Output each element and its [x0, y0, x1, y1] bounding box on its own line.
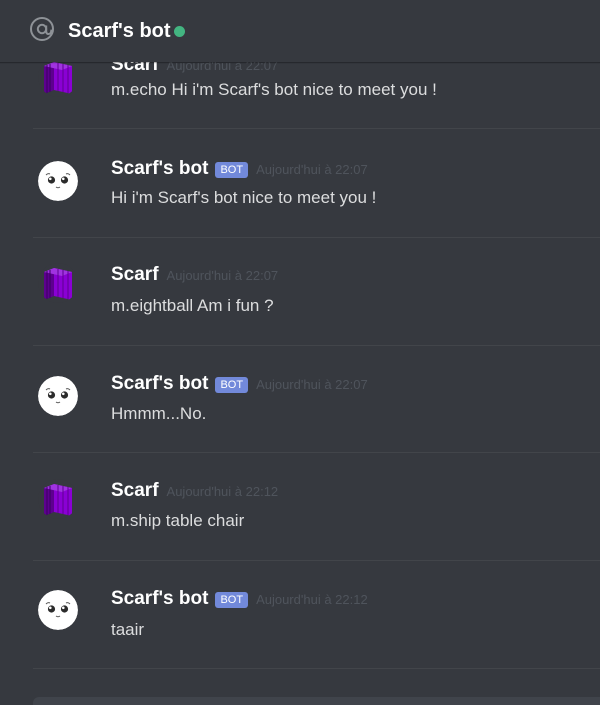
message-timestamp: Aujourd'hui à 22:12	[256, 592, 368, 607]
author-line: Scarf Aujourd'hui à 22:07	[111, 263, 278, 287]
online-status-indicator	[174, 26, 185, 37]
purple-cube-icon	[38, 57, 78, 97]
at-icon	[30, 17, 54, 41]
user-avatar[interactable]	[38, 57, 78, 97]
author-name[interactable]: Scarf's bot	[111, 157, 208, 181]
channel-header: Scarf's bot	[0, 0, 600, 62]
message-content: m.echo Hi i'm Scarf's bot nice to meet y…	[111, 80, 437, 99]
channel-title: Scarf's bot	[68, 20, 171, 42]
message-divider	[33, 128, 600, 129]
purple-cube-icon	[38, 263, 78, 303]
message-timestamp: Aujourd'hui à 22:12	[166, 484, 279, 499]
message-timestamp: Aujourd'hui à 22:07	[166, 268, 279, 283]
white-face-icon	[38, 590, 78, 630]
message-timestamp: Aujourd'hui à 22:07	[256, 377, 368, 392]
author-line: Scarf's bot BOT Aujourd'hui à 22:12	[111, 587, 368, 611]
message-content: Hi i'm Scarf's bot nice to meet you !	[111, 188, 377, 207]
white-face-icon	[38, 376, 78, 416]
purple-cube-icon	[38, 479, 78, 519]
message: Scarf Aujourd'hui à 22:12 m.ship table c…	[0, 453, 600, 561]
user-avatar[interactable]	[38, 263, 78, 303]
message: Scarf's bot BOT Aujourd'hui à 22:07 Hmmm…	[0, 346, 600, 454]
user-avatar[interactable]	[38, 479, 78, 519]
author-name[interactable]: Scarf's bot	[111, 372, 208, 396]
message: Scarf Aujourd'hui à 22:07 m.eightball Am…	[0, 238, 600, 346]
bot-badge: BOT	[215, 592, 249, 608]
message-content: m.eightball Am i fun ?	[111, 296, 274, 315]
message-list: Scarf Aujourd'hui à 22:07 m.echo Hi i'm …	[0, 0, 600, 705]
author-name[interactable]: Scarf's bot	[111, 587, 208, 611]
author-name[interactable]: Scarf	[111, 263, 159, 287]
author-line: Scarf's bot BOT Aujourd'hui à 22:07	[111, 372, 368, 396]
white-face-icon	[38, 161, 78, 201]
message-content: Hmmm...No.	[111, 404, 207, 423]
bot-avatar[interactable]	[38, 161, 78, 201]
bot-avatar[interactable]	[38, 376, 78, 416]
bot-badge: BOT	[215, 162, 249, 178]
message-content: taair	[111, 620, 145, 639]
bot-badge: BOT	[215, 377, 249, 393]
author-line: Scarf Aujourd'hui à 22:12	[111, 479, 278, 503]
message-input-edge[interactable]	[33, 697, 600, 705]
message-divider	[33, 668, 600, 669]
author-line: Scarf's bot BOT Aujourd'hui à 22:07	[111, 157, 368, 181]
message-timestamp: Aujourd'hui à 22:07	[256, 162, 368, 177]
message-content: m.ship table chair	[111, 511, 245, 530]
author-name[interactable]: Scarf	[111, 479, 159, 503]
message: Scarf's bot BOT Aujourd'hui à 22:12 taai…	[0, 561, 600, 669]
bot-avatar[interactable]	[38, 590, 78, 630]
message: Scarf's bot BOT Aujourd'hui à 22:07 Hi i…	[0, 131, 600, 239]
